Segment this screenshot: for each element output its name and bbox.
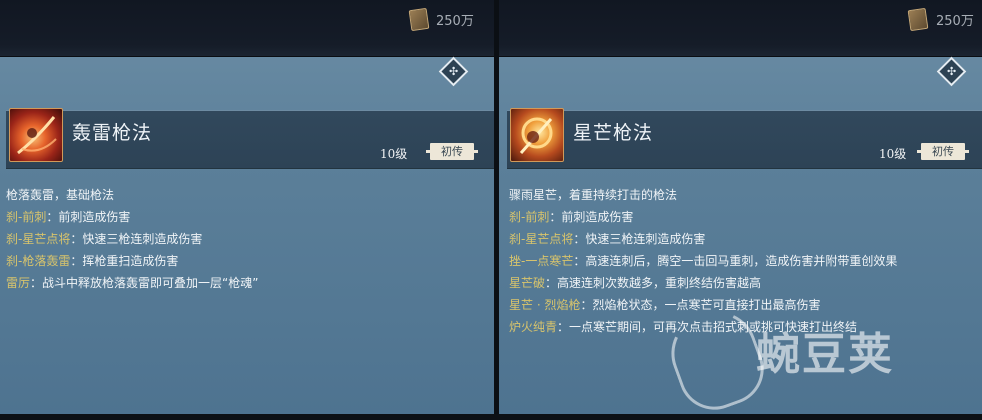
skill-name: 轰雷枪法 <box>72 122 153 144</box>
currency-icon <box>907 7 929 32</box>
move-name: 刹-星芒点将 <box>6 232 71 246</box>
move-name: 炉火纯青 <box>509 320 558 334</box>
top-bar: 250万 <box>0 0 494 57</box>
move-line: 星芒破：高速连刺次数越多，重刺终结伤害越高 <box>509 276 762 290</box>
rank-badge: 初传 <box>917 143 969 160</box>
skill-intro: 骤雨星芒，着重持续打击的枪法 <box>509 188 678 202</box>
skill-description: 枪落轰雷，基础枪法 刹-前刺：前刺造成伤害 刹-星芒点将：快速三枪连刺造成伤害 … <box>6 184 486 294</box>
move-name: 星芒破 <box>509 276 546 290</box>
move-desc: 战斗中释放枪落轰雷即可叠加一层“枪魂” <box>42 276 259 290</box>
skill-name: 星芒枪法 <box>573 122 654 144</box>
skill-level: 10级 <box>879 147 907 161</box>
spear-skill-icon <box>510 108 564 162</box>
skill-tree-icon[interactable]: ✣ <box>936 56 966 86</box>
move-desc: 挥枪重扫造成伤害 <box>82 254 179 268</box>
currency-icon <box>408 7 430 32</box>
top-bar: 250万 <box>499 0 982 57</box>
watermark-text: 蜿豆荚 <box>756 329 894 380</box>
move-line: 刹-星芒点将：快速三枪连刺造成伤害 <box>6 232 203 246</box>
skill-tree-icon[interactable]: ✣ <box>438 56 468 86</box>
move-desc: 前刺造成伤害 <box>561 210 634 224</box>
move-desc: 前刺造成伤害 <box>58 210 131 224</box>
move-line: 刹-枪落轰雷：挥枪重扫造成伤害 <box>6 254 179 268</box>
skill-header[interactable]: 轰雷枪法 10级 初传 <box>6 108 494 169</box>
move-line: 雷厉：战斗中释放枪落轰雷即可叠加一层“枪魂” <box>6 276 259 290</box>
move-name: 刹-星芒点将 <box>509 232 574 246</box>
move-line: 刹-星芒点将：快速三枪连刺造成伤害 <box>509 232 706 246</box>
currency-amount: 250万 <box>436 14 474 29</box>
move-line: 刹-前刺：前刺造成伤害 <box>6 210 131 224</box>
spear-skill-icon <box>9 108 63 162</box>
move-name: 刹-前刺 <box>6 210 47 224</box>
move-name: 雷厉 <box>6 276 31 290</box>
skill-intro: 枪落轰雷，基础枪法 <box>6 188 115 202</box>
move-name: 挫-一点寒芒 <box>509 254 574 268</box>
move-name: 星芒 · 烈焰枪 <box>509 298 581 312</box>
move-desc: 快速三枪连刺造成伤害 <box>585 232 706 246</box>
move-desc: 快速三枪连刺造成伤害 <box>82 232 203 246</box>
rank-badge: 初传 <box>426 143 478 160</box>
skill-panel-left: 250万 ✣ 轰雷枪法 10级 初传 枪落轰雷，基础枪法 刹-前刺：前刺造成伤害… <box>0 0 494 414</box>
move-desc: 高速连刺后，腾空一击回马重刺，造成伤害并附带重创效果 <box>585 254 898 268</box>
move-name: 刹-枪落轰雷 <box>6 254 71 268</box>
skill-header[interactable]: 星芒枪法 10级 初传 <box>507 108 982 169</box>
watermark: 蜿豆荚 <box>660 292 960 420</box>
move-line: 刹-前刺：前刺造成伤害 <box>509 210 634 224</box>
currency-amount: 250万 <box>936 14 974 29</box>
skill-level: 10级 <box>380 147 408 161</box>
move-desc: 高速连刺次数越多，重刺终结伤害越高 <box>557 276 762 290</box>
move-line: 挫-一点寒芒：高速连刺后，腾空一击回马重刺，造成伤害并附带重创效果 <box>509 254 898 268</box>
move-name: 刹-前刺 <box>509 210 550 224</box>
